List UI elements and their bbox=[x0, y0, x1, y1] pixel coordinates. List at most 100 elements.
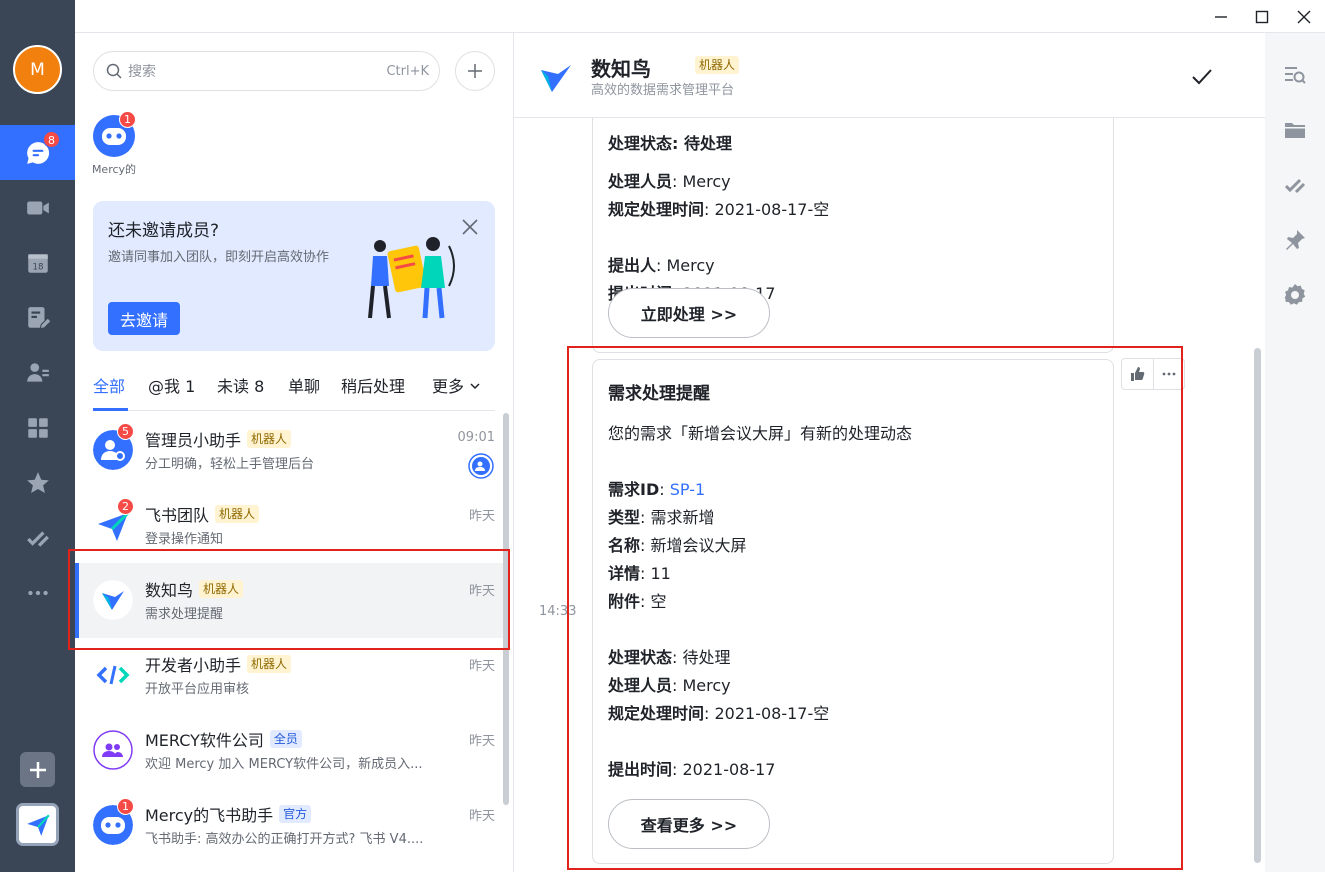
pinned-badge: 1 bbox=[119, 111, 136, 128]
left-rail: M 8 18 bbox=[0, 0, 75, 872]
plus-icon bbox=[468, 64, 482, 78]
chat-item-shuzhiniao[interactable]: 数知鸟 机器人 需求处理提醒 昨天 bbox=[75, 563, 507, 638]
card-detail: 详情: 11 bbox=[608, 564, 671, 583]
group-members-icon bbox=[93, 730, 133, 770]
conversation-panel: 数知鸟 机器人 高效的数据需求管理平台 处理状态: 待处理 处理人员: Merc… bbox=[514, 33, 1265, 872]
chat-preview: 开放平台应用审核 bbox=[145, 682, 250, 697]
video-icon bbox=[26, 201, 49, 214]
developer-code-icon bbox=[93, 655, 133, 695]
message-card-reminder: 需求处理提醒 您的需求「新增会议大屏」有新的处理动态 需求ID: SP-1 类型… bbox=[592, 359, 1114, 864]
requirement-id-link[interactable]: SP-1 bbox=[670, 480, 705, 499]
chevron-down-icon bbox=[470, 383, 480, 390]
close-window-button[interactable] bbox=[1293, 6, 1315, 28]
create-button[interactable] bbox=[455, 51, 495, 91]
all-members-tag: 全员 bbox=[269, 730, 302, 748]
tab-more[interactable]: 更多 bbox=[432, 373, 481, 397]
selected-indicator bbox=[75, 563, 79, 638]
nav-contacts[interactable] bbox=[0, 345, 75, 400]
robot-tag: 机器人 bbox=[695, 56, 740, 74]
feishu-app-button[interactable] bbox=[16, 803, 59, 846]
nav-favorites[interactable] bbox=[0, 455, 75, 510]
checkmark-icon[interactable] bbox=[1190, 65, 1214, 89]
unread-badge: 8 bbox=[43, 131, 60, 148]
card-type: 类型: 需求新增 bbox=[608, 508, 715, 527]
tab-mentions[interactable]: @我 1 bbox=[148, 373, 195, 397]
chat-preview: 飞书助手: 高效办公的正确打开方式? 飞书 V4.... bbox=[145, 832, 424, 847]
window-titlebar bbox=[75, 0, 1325, 33]
conversation-title: 数知鸟 bbox=[591, 57, 651, 81]
search-history-icon[interactable] bbox=[1283, 63, 1307, 87]
plus-icon bbox=[29, 761, 46, 778]
more-icon bbox=[27, 590, 48, 595]
settings-gear-icon[interactable] bbox=[1283, 283, 1307, 307]
unread-badge: 5 bbox=[117, 423, 134, 440]
chat-list-panel: 搜索 Ctrl+K 1 Mercy的 还未邀请成员? 邀请同事加入团队，即刻开启… bbox=[75, 33, 514, 872]
card-name: 名称: 新增会议大屏 bbox=[608, 536, 747, 555]
user-avatar[interactable]: M bbox=[13, 45, 62, 94]
nav-video[interactable] bbox=[0, 180, 75, 235]
chat-item-admin-helper[interactable]: 5 管理员小助手 机器人 分工明确，轻松上手管理后台 09:01 bbox=[75, 413, 507, 488]
minimize-button[interactable] bbox=[1210, 6, 1232, 28]
chat-list-scrollbar[interactable] bbox=[503, 413, 509, 805]
chat-time: 昨天 bbox=[468, 509, 495, 524]
nav-messages[interactable]: 8 bbox=[0, 125, 75, 180]
chat-item-feishu-assistant[interactable]: 1 Mercy的飞书助手 官方 飞书助手: 高效办公的正确打开方式? 飞书 V4.… bbox=[75, 788, 507, 863]
invite-desc: 邀请同事加入团队，即刻开启高效协作 bbox=[108, 250, 330, 265]
contacts-icon bbox=[26, 362, 49, 382]
more-actions-button[interactable] bbox=[1152, 359, 1184, 389]
shuzhiniao-logo-icon bbox=[541, 65, 571, 92]
chat-time: 昨天 bbox=[468, 584, 495, 599]
thumbs-up-icon bbox=[1131, 367, 1145, 381]
add-app-button[interactable] bbox=[20, 752, 55, 787]
pin-icon[interactable] bbox=[1283, 228, 1307, 252]
nav-more[interactable] bbox=[0, 565, 75, 620]
process-now-button[interactable]: 立即处理 >> bbox=[608, 288, 770, 338]
robot-tag: 机器人 bbox=[247, 430, 292, 448]
conversation-scrollbar[interactable] bbox=[1254, 348, 1261, 863]
active-tab-indicator bbox=[93, 408, 128, 411]
tab-direct[interactable]: 单聊 bbox=[288, 373, 320, 397]
search-placeholder: 搜索 bbox=[128, 64, 156, 80]
card-attachment: 附件: 空 bbox=[608, 592, 667, 611]
pinned-chat[interactable]: 1 Mercy的 bbox=[89, 111, 139, 177]
conversation-subtitle: 高效的数据需求管理平台 bbox=[591, 83, 735, 98]
approval-icon[interactable] bbox=[1283, 173, 1307, 197]
maximize-button[interactable] bbox=[1251, 6, 1273, 28]
card-title: 需求处理提醒 bbox=[608, 384, 710, 404]
card-deadline: 规定处理时间: 2021-08-17-空 bbox=[608, 200, 830, 219]
admin-status-icon bbox=[468, 453, 494, 479]
invite-banner: 还未邀请成员? 邀请同事加入团队，即刻开启高效协作 去邀请 bbox=[93, 201, 495, 351]
chat-name: 飞书团队 bbox=[145, 506, 210, 525]
search-shortcut: Ctrl+K bbox=[386, 63, 429, 79]
folder-icon[interactable] bbox=[1283, 118, 1307, 142]
nav-workplace[interactable] bbox=[0, 400, 75, 455]
chat-item-developer-helper[interactable]: 开发者小助手 机器人 开放平台应用审核 昨天 bbox=[75, 638, 507, 713]
chat-item-feishu-team[interactable]: 2 飞书团队 机器人 登录操作通知 昨天 bbox=[75, 488, 507, 563]
chat-filter-tabs: 全部 @我 1 未读 8 单聊 稍后处理 更多 bbox=[93, 369, 495, 411]
nav-calendar[interactable]: 18 bbox=[0, 235, 75, 290]
minimize-icon bbox=[1215, 16, 1227, 18]
view-more-button[interactable]: 查看更多 >> bbox=[608, 799, 770, 849]
tab-later[interactable]: 稍后处理 bbox=[341, 373, 405, 397]
chat-time: 09:01 bbox=[457, 430, 495, 445]
chat-preview: 欢迎 Mercy 加入 MERCY软件公司，新成员入... bbox=[145, 757, 423, 772]
robot-tag: 机器人 bbox=[247, 655, 292, 673]
star-icon bbox=[26, 471, 49, 493]
invite-button[interactable]: 去邀请 bbox=[108, 302, 180, 335]
chat-preview: 登录操作通知 bbox=[145, 532, 224, 547]
unread-badge: 2 bbox=[117, 498, 134, 515]
tab-all[interactable]: 全部 bbox=[93, 373, 125, 397]
card-proposed-time: 提出时间: 2021-08-17 bbox=[608, 760, 776, 779]
robot-tag: 机器人 bbox=[199, 580, 244, 598]
message-action-bar bbox=[1121, 358, 1185, 390]
maximize-icon bbox=[1255, 10, 1269, 24]
nav-approval[interactable] bbox=[0, 510, 75, 565]
chat-preview: 分工明确，轻松上手管理后台 bbox=[145, 457, 315, 472]
robot-tag: 机器人 bbox=[215, 505, 260, 523]
chat-name: 管理员小助手 bbox=[145, 431, 242, 450]
like-button[interactable] bbox=[1122, 359, 1153, 389]
tab-unread[interactable]: 未读 8 bbox=[217, 373, 264, 397]
chat-item-company-group[interactable]: MERCY软件公司 全员 欢迎 Mercy 加入 MERCY软件公司，新成员入..… bbox=[75, 713, 507, 788]
search-box[interactable]: 搜索 Ctrl+K bbox=[93, 51, 440, 91]
nav-docs[interactable] bbox=[0, 290, 75, 345]
